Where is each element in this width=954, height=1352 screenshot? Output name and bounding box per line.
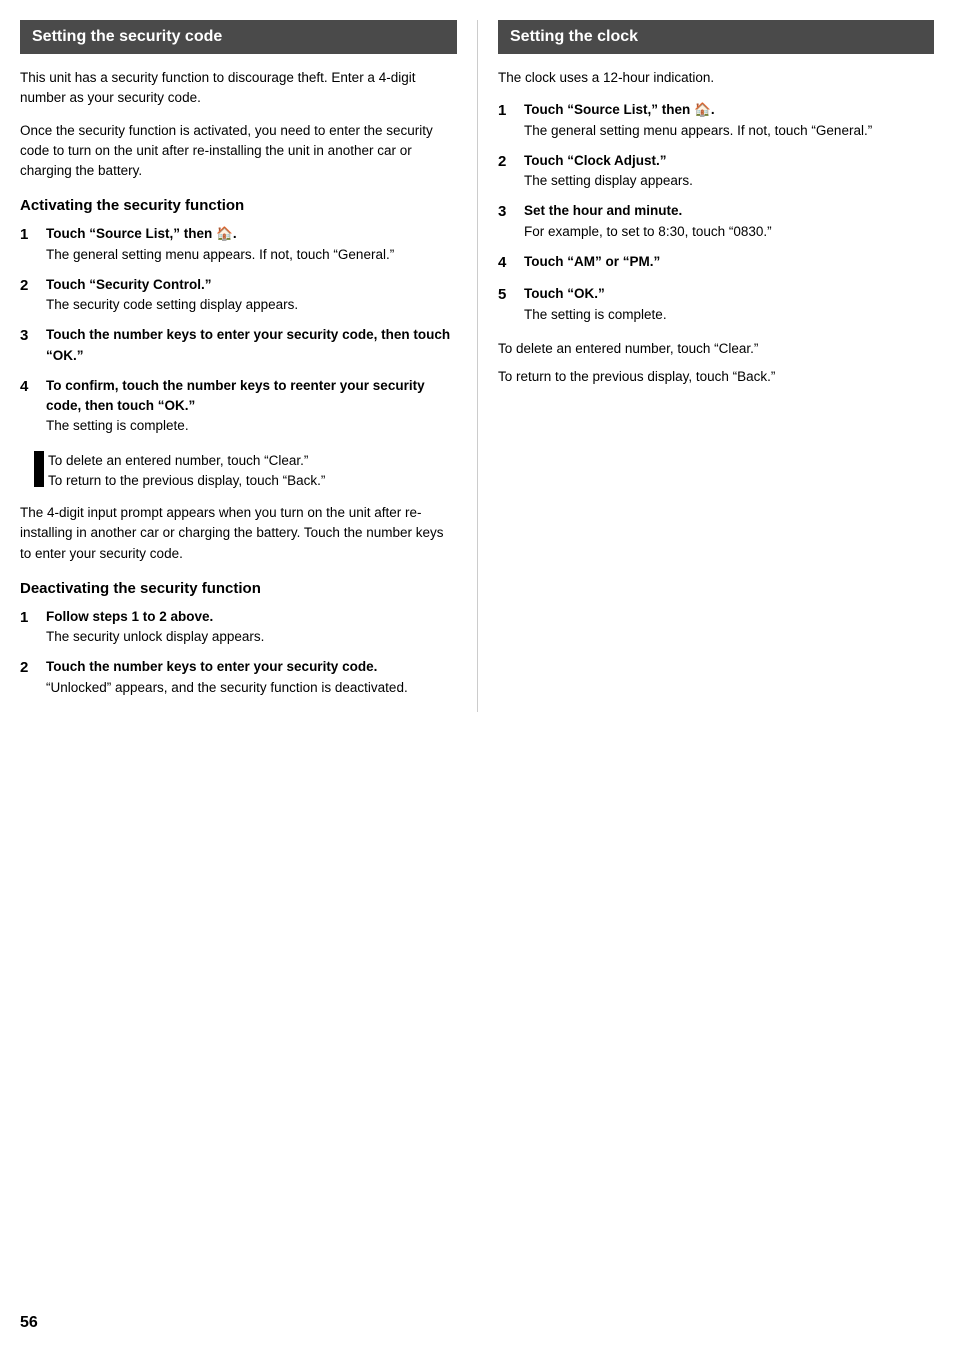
step-number: 2 xyxy=(20,275,42,298)
activating-steps: 1Touch “Source List,” then 🏠.The general… xyxy=(20,224,457,436)
activating-note1: To delete an entered number, touch “Clea… xyxy=(48,451,457,471)
right-note2: To return to the previous display, touch… xyxy=(498,367,934,387)
step-number: 3 xyxy=(20,325,42,348)
step-desc: The general setting menu appears. If not… xyxy=(46,245,457,265)
step-content: Touch “Source List,” then 🏠.The general … xyxy=(46,224,457,265)
step-desc: The setting display appears. xyxy=(524,171,934,191)
step-item: 1Touch “Source List,” then 🏠.The general… xyxy=(20,224,457,265)
step-content: Follow steps 1 to 2 above.The security u… xyxy=(46,607,457,648)
step-desc: The general setting menu appears. If not… xyxy=(524,121,934,141)
right-section-header: Setting the clock xyxy=(498,20,934,54)
step-title: Touch “AM” or “PM.” xyxy=(524,252,934,272)
step-title: Follow steps 1 to 2 above. xyxy=(46,607,457,627)
step-item: 2Touch “Security Control.”The security c… xyxy=(20,275,457,316)
step-title: Touch the number keys to enter your secu… xyxy=(46,657,457,677)
step-desc: The security unlock display appears. xyxy=(46,627,457,647)
step-item: 2Touch “Clock Adjust.”The setting displa… xyxy=(498,151,934,192)
deactivating-steps: 1Follow steps 1 to 2 above.The security … xyxy=(20,607,457,698)
activating-title: Activating the security function xyxy=(20,197,457,214)
step-content: Set the hour and minute.For example, to … xyxy=(524,201,934,242)
step-number: 3 xyxy=(498,201,520,224)
clock-steps: 1Touch “Source List,” then 🏠.The general… xyxy=(498,100,934,325)
deactivating-title: Deactivating the security function xyxy=(20,580,457,597)
step-item: 3Set the hour and minute.For example, to… xyxy=(498,201,934,242)
step-content: Touch the number keys to enter your secu… xyxy=(46,325,457,366)
step-item: 1Touch “Source List,” then 🏠.The general… xyxy=(498,100,934,141)
step-content: To confirm, touch the number keys to ree… xyxy=(46,376,457,437)
step-content: Touch “OK.”The setting is complete. xyxy=(524,284,934,325)
left-column: Setting the security code This unit has … xyxy=(20,20,477,712)
page-number: 56 xyxy=(20,1314,38,1332)
step-title: To confirm, touch the number keys to ree… xyxy=(46,376,457,417)
step-item: 3Touch the number keys to enter your sec… xyxy=(20,325,457,366)
right-note1: To delete an entered number, touch “Clea… xyxy=(498,339,934,359)
step-title: Touch “Source List,” then 🏠. xyxy=(46,224,457,244)
left-section-header: Setting the security code xyxy=(20,20,457,54)
step-item: 2Touch the number keys to enter your sec… xyxy=(20,657,457,698)
step-content: Touch “AM” or “PM.” xyxy=(524,252,934,272)
page-container: Setting the security code This unit has … xyxy=(20,20,934,712)
step-content: Touch “Security Control.”The security co… xyxy=(46,275,457,316)
step-desc: “Unlocked” appears, and the security fun… xyxy=(46,678,457,698)
step-title: Touch “OK.” xyxy=(524,284,934,304)
step-content: Touch “Clock Adjust.”The setting display… xyxy=(524,151,934,192)
step-number: 4 xyxy=(498,252,520,275)
step-desc: The setting is complete. xyxy=(524,305,934,325)
black-bar xyxy=(34,451,44,487)
left-intro2: Once the security function is activated,… xyxy=(20,121,457,182)
activating-note2: To return to the previous display, touch… xyxy=(48,471,457,491)
right-intro: The clock uses a 12-hour indication. xyxy=(498,68,934,88)
step-desc: For example, to set to 8:30, touch “0830… xyxy=(524,222,934,242)
step-number: 4 xyxy=(20,376,42,399)
step-item: 4Touch “AM” or “PM.” xyxy=(498,252,934,275)
step-title: Touch “Clock Adjust.” xyxy=(524,151,934,171)
left-intro1: This unit has a security function to dis… xyxy=(20,68,457,109)
step-item: 5Touch “OK.”The setting is complete. xyxy=(498,284,934,325)
step-number: 2 xyxy=(498,151,520,174)
step-content: Touch the number keys to enter your secu… xyxy=(46,657,457,698)
step-title: Touch “Source List,” then 🏠. xyxy=(524,100,934,120)
step-title: Set the hour and minute. xyxy=(524,201,934,221)
step-desc: The setting is complete. xyxy=(46,416,457,436)
right-column: Setting the clock The clock uses a 12-ho… xyxy=(477,20,934,712)
step-number: 1 xyxy=(498,100,520,123)
step-title: Touch the number keys to enter your secu… xyxy=(46,325,457,366)
step-title: Touch “Security Control.” xyxy=(46,275,457,295)
step-number: 5 xyxy=(498,284,520,307)
step-number: 2 xyxy=(20,657,42,680)
step-item: 1Follow steps 1 to 2 above.The security … xyxy=(20,607,457,648)
step-content: Touch “Source List,” then 🏠.The general … xyxy=(524,100,934,141)
step-number: 1 xyxy=(20,224,42,247)
step-number: 1 xyxy=(20,607,42,630)
activating-notes: To delete an entered number, touch “Clea… xyxy=(20,451,457,492)
left-extra-note: The 4-digit input prompt appears when yo… xyxy=(20,503,457,564)
step-item: 4To confirm, touch the number keys to re… xyxy=(20,376,457,437)
step-desc: The security code setting display appear… xyxy=(46,295,457,315)
